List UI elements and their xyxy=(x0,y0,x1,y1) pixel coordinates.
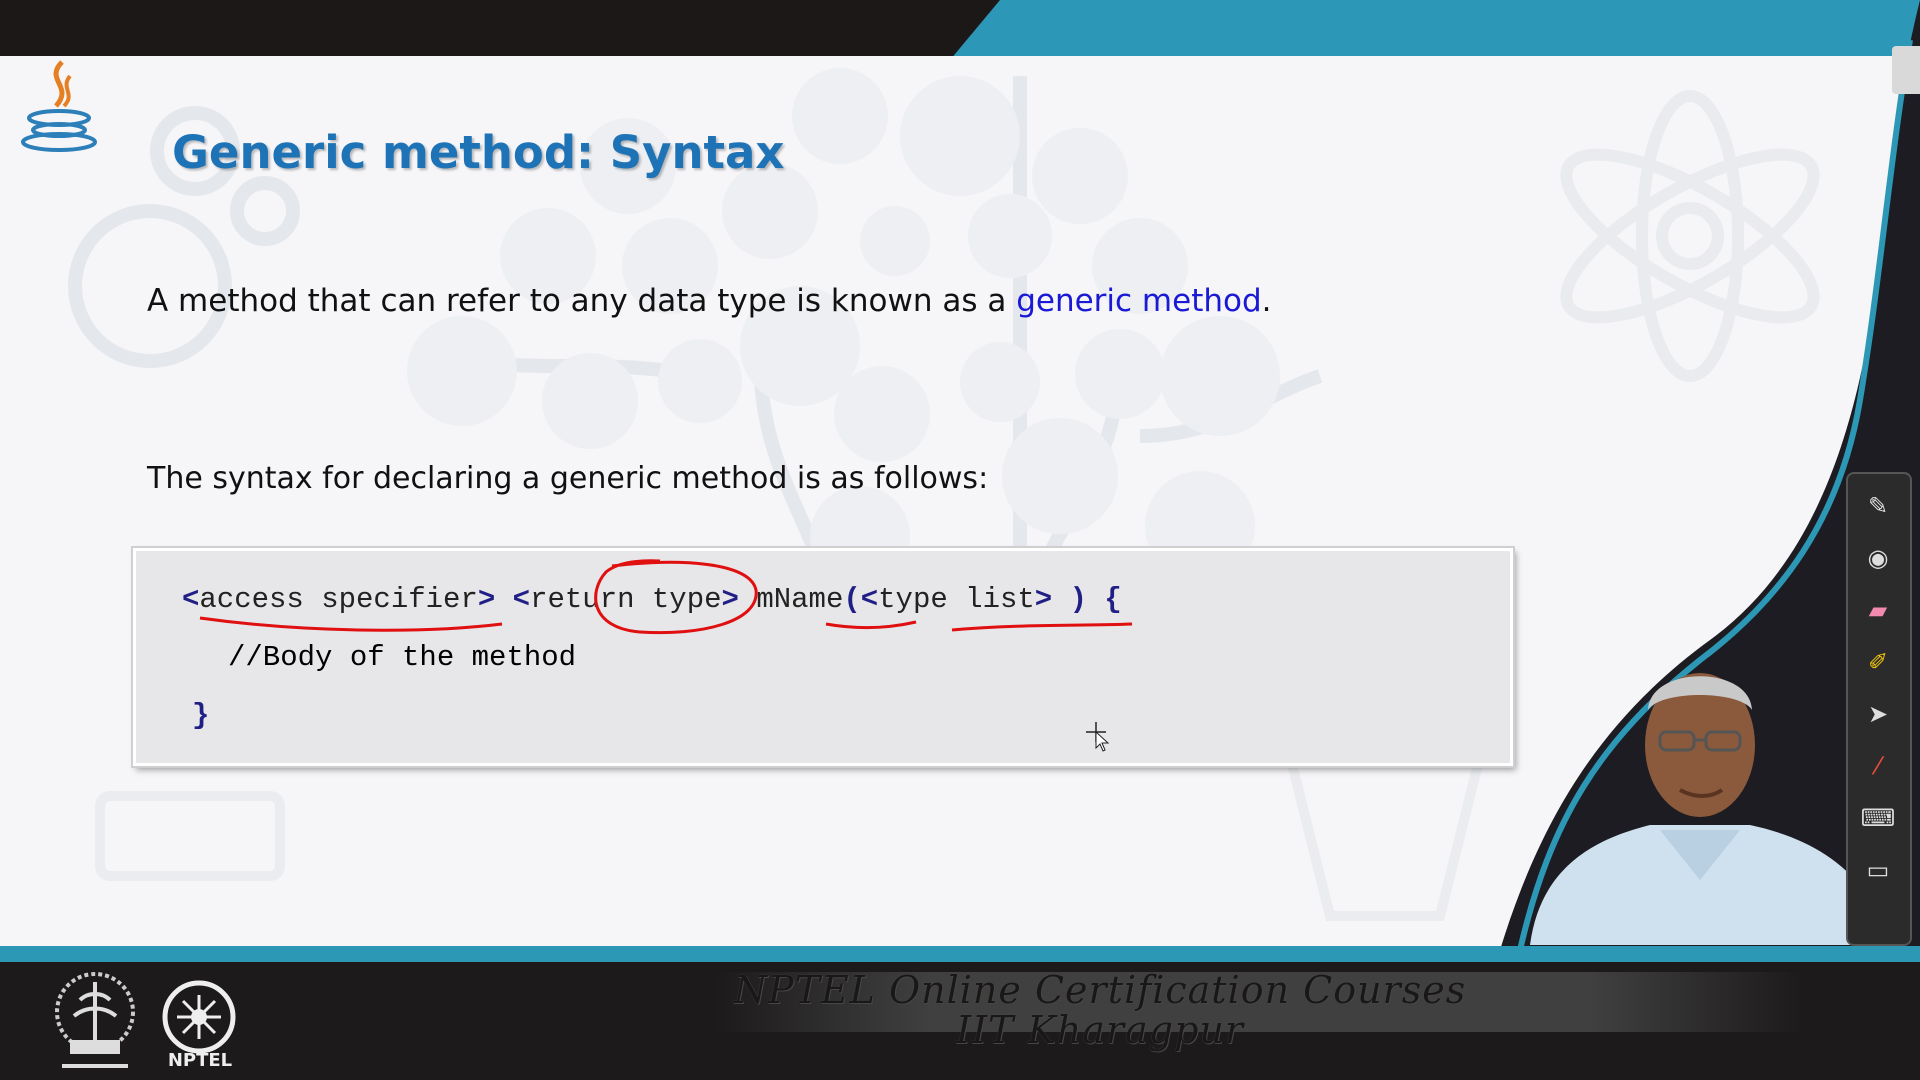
code-lt-2: < xyxy=(512,583,531,616)
code-close-brace: } xyxy=(192,699,210,732)
definition-prefix: A method that can refer to any data type… xyxy=(147,283,1017,319)
marker-tool-icon[interactable]: ◉ xyxy=(1860,540,1896,576)
keyboard-tool-icon[interactable]: ⌨ xyxy=(1860,800,1896,836)
footer-line1: NPTEL Online Certification Courses xyxy=(733,968,1467,1012)
highlighter-tool-icon[interactable]: ✐ xyxy=(1860,644,1896,680)
brush-tool-icon[interactable]: ⁄ xyxy=(1860,748,1896,784)
syntax-intro: The syntax for declaring a generic metho… xyxy=(147,461,989,496)
code-close: > ) { xyxy=(1034,583,1122,616)
cursor-icon xyxy=(1086,722,1110,752)
code-access-specifier: access specifier xyxy=(199,583,478,616)
code-method-name: mName xyxy=(756,583,844,616)
pointer-tool-icon[interactable]: ➤ xyxy=(1860,696,1896,732)
code-comment: //Body of the method xyxy=(228,641,577,674)
nptel-label: NPTEL xyxy=(167,1050,233,1071)
eraser-tool-icon[interactable]: ▰ xyxy=(1860,592,1896,628)
code-return-type: return type xyxy=(530,583,722,616)
definition-text: A method that can refer to any data type… xyxy=(147,283,1272,319)
code-gt-2: > xyxy=(721,583,739,616)
code-paren-open: (< xyxy=(843,583,879,616)
iit-kharagpur-logo xyxy=(55,972,135,1068)
code-type-list: type list xyxy=(878,583,1035,616)
footer-line2: IIT Kharagpur xyxy=(955,1008,1245,1052)
presenter-video xyxy=(1530,673,1890,945)
slide-title: Generic method: Syntax xyxy=(172,126,785,179)
code-gt-1: > xyxy=(477,583,496,616)
annotation-toolbar: ✎ ◉ ▰ ✐ ➤ ⁄ ⌨ ▭ xyxy=(1846,472,1912,946)
top-dark-band xyxy=(0,0,1000,60)
code-line-signature: <access specifier> <return type> mName(<… xyxy=(182,583,1122,616)
screen-tool-icon[interactable]: ▭ xyxy=(1860,852,1896,888)
side-collapse-tab[interactable] xyxy=(1892,46,1920,94)
pen-tool-icon[interactable]: ✎ xyxy=(1860,488,1896,524)
definition-term: generic method xyxy=(1016,283,1262,319)
definition-suffix: . xyxy=(1261,283,1272,319)
code-lt-1: < xyxy=(182,583,200,616)
java-logo xyxy=(21,60,97,152)
footer-teal-band xyxy=(0,946,1920,962)
